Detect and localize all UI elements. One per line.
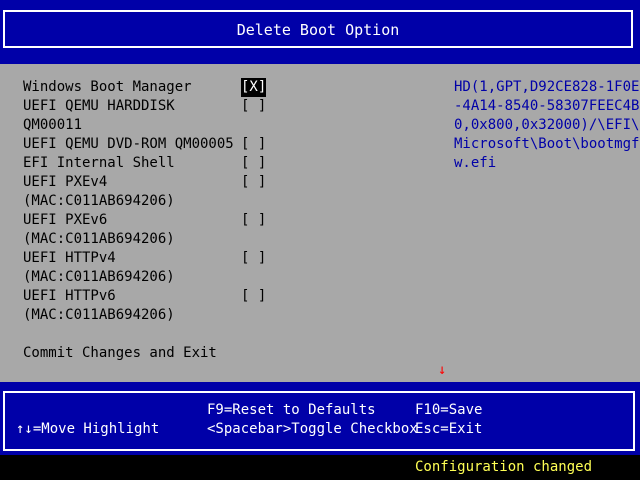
page-title: Delete Boot Option [236,21,400,39]
boot-option-label-uefi-pxev4[interactable]: UEFI PXEv4 [23,173,107,192]
help-text-line: -4A14-8540-58307FEEC4B [454,98,640,114]
boot-option-label-uefi-httpv6[interactable]: UEFI HTTPv6 [23,287,116,306]
help-text-line: HD(1,GPT,D92CE828-1F0E [454,79,640,95]
checkbox-windows-boot-manager[interactable]: [X] [241,78,267,97]
commit-changes-and-exit[interactable]: Commit Changes and Exit [23,344,217,363]
boot-option-label-uefi-pxev6[interactable]: UEFI PXEv6 [23,211,107,230]
boot-option-label-uefi-pxev4-line2: (MAC:C011AB694206) [23,193,175,209]
checkbox-uefi-pxev4[interactable]: [ ] [241,173,266,192]
key-hint-reset-defaults: F9=Reset to Defaults [207,402,376,418]
checkbox-uefi-qemu-harddisk[interactable]: [ ] [241,97,266,116]
key-hint-save: F10=Save [415,402,483,418]
title-bar: Delete Boot Option [3,10,633,48]
checkbox-uefi-httpv6[interactable]: [ ] [241,287,266,306]
boot-option-label-uefi-pxev6-line2: (MAC:C011AB694206) [23,231,175,247]
help-text-line: 0,0x800,0x32000)/\EFI\ [454,117,640,133]
boot-option-label-uefi-httpv4[interactable]: UEFI HTTPv4 [23,249,116,268]
status-message: Configuration changed [415,459,593,475]
help-text-line: Microsoft\Boot\bootmgf [454,136,640,152]
key-hint-move-highlight: ↑↓=Move Highlight [16,421,160,437]
boot-option-label-uefi-qemu-dvd-rom[interactable]: UEFI QEMU DVD-ROM QM00005 [23,135,234,154]
boot-option-label-uefi-qemu-harddisk-line2: QM00011 [23,117,83,133]
boot-option-label-uefi-httpv6-line2: (MAC:C011AB694206) [23,307,175,323]
boot-option-label-efi-internal-shell[interactable]: EFI Internal Shell [23,154,175,173]
checkbox-uefi-httpv4[interactable]: [ ] [241,249,266,268]
help-text-line: w.efi [454,155,497,171]
checkbox-efi-internal-shell[interactable]: [ ] [241,154,266,173]
boot-option-label-windows-boot-manager[interactable]: Windows Boot Manager [23,78,192,97]
boot-option-label-uefi-httpv4-line2: (MAC:C011AB694206) [23,269,175,285]
checkbox-uefi-qemu-dvd-rom[interactable]: [ ] [241,135,266,154]
key-hint-exit: Esc=Exit [415,421,483,437]
boot-option-label-uefi-qemu-harddisk[interactable]: UEFI QEMU HARDDISK [23,97,175,116]
key-hint-toggle-checkbox: <Spacebar>Toggle Checkbox [207,421,418,437]
scroll-down-indicator-icon: ↓ [438,362,447,378]
checkbox-uefi-pxev6[interactable]: [ ] [241,211,266,230]
